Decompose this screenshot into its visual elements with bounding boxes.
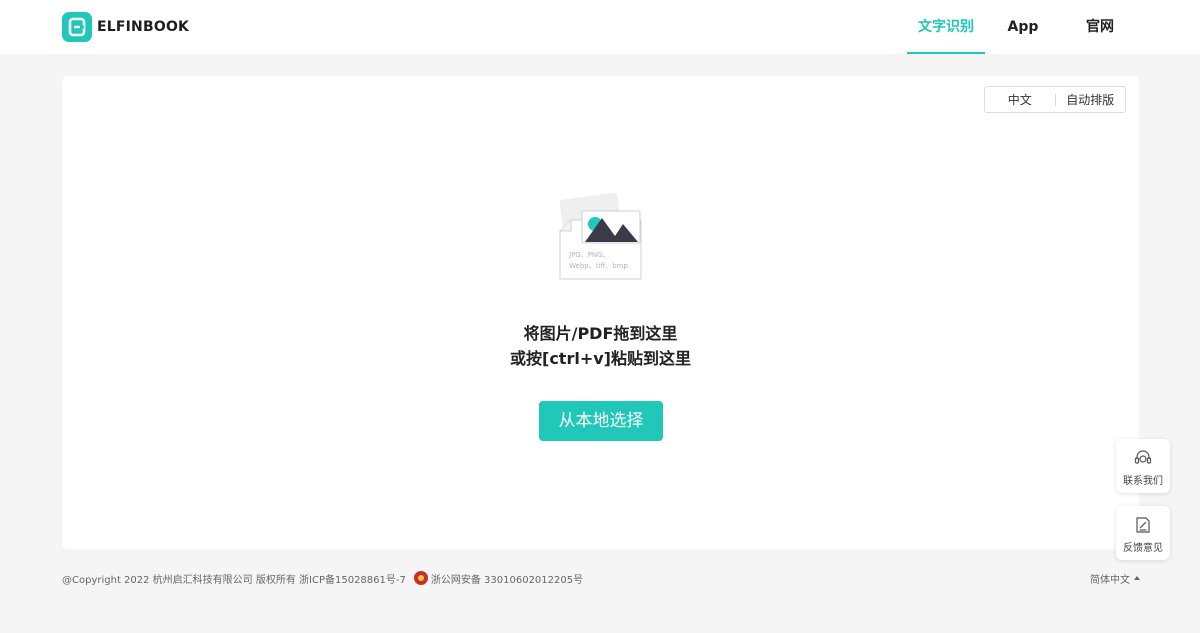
nav-text-recognition[interactable]: 文字识别 [907,0,985,54]
copyright-text: @Copyright 2022 杭州启汇科技有限公司 版权所有 浙ICP备150… [62,574,406,586]
drop-hint-line2: 或按[ctrl+v]粘贴到这里 [510,349,691,368]
formats-line2: Webp、tiff、bmp [569,262,628,270]
language-option[interactable]: 中文 [985,91,1055,108]
language-selector[interactable]: 简体中文 [1090,571,1140,586]
nav-official-site[interactable]: 官网 [1078,0,1122,54]
logo-icon [62,12,92,42]
headset-icon [1133,448,1153,468]
select-local-file-button[interactable]: 从本地选择 [539,401,663,441]
footer: @Copyright 2022 杭州启汇科技有限公司 版权所有 浙ICP备150… [62,570,1140,586]
edit-note-icon [1133,515,1153,535]
contact-us-label: 联系我们 [1123,476,1163,487]
police-badge-icon [413,571,428,585]
police-record[interactable]: 浙公网安备 33010602012205号 [413,571,584,586]
logo[interactable]: ELFINBOOK [62,12,189,42]
language-label: 简体中文 [1090,574,1130,586]
logo-text: ELFINBOOK [97,19,190,35]
recognition-options: 中文 自动排版 [984,86,1126,113]
police-record-text: 浙公网安备 33010602012205号 [430,574,584,586]
drop-hint-line1: 将图片/PDF拖到这里 [523,324,678,343]
feedback-label: 反馈意见 [1123,543,1163,554]
top-header: ELFINBOOK 文字识别 App 官网 [0,0,1200,54]
auto-layout-option[interactable]: 自动排版 [1056,91,1126,108]
upload-card[interactable]: 中文 自动排版 JPG、PNG、 Webp、tiff、bmp 将图片/PDF拖到… [62,76,1139,549]
caret-up-icon [1134,576,1140,580]
nav-app[interactable]: App [1000,0,1046,54]
image-upload-illustration: JPG、PNG、 Webp、tiff、bmp [557,186,647,281]
feedback-widget[interactable]: 反馈意见 [1116,506,1170,560]
formats-line1: JPG、PNG、 [568,251,610,259]
contact-us-widget[interactable]: 联系我们 [1116,439,1170,493]
